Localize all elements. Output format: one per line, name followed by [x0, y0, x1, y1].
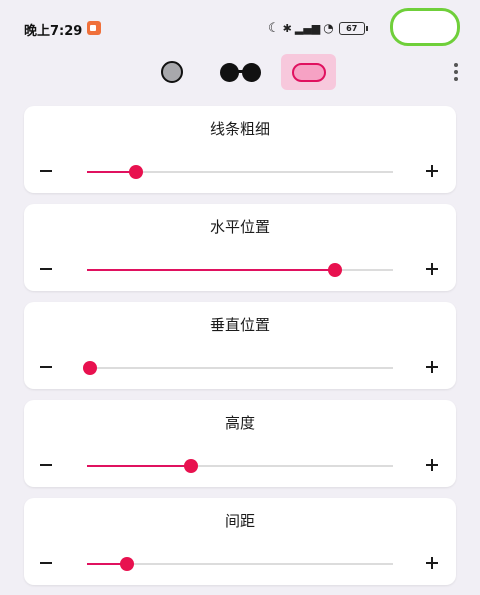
slider-title: 高度 [224, 414, 255, 432]
slider-track[interactable] [87, 165, 393, 179]
plus-icon [426, 459, 438, 470]
increase-button[interactable] [422, 259, 442, 279]
slider-title: 水平位置 [209, 218, 270, 236]
slider-title: 线条粗细 [209, 120, 270, 138]
slider-fill [87, 269, 335, 271]
more-options-icon[interactable] [450, 60, 462, 84]
plus-icon [426, 361, 438, 372]
status-time: 晚上7:29 [24, 24, 83, 39]
increase-button[interactable] [422, 161, 442, 181]
glasses-shape-button[interactable] [216, 54, 264, 90]
slider-card: 线条粗细 [24, 106, 456, 193]
slider-track[interactable] [87, 263, 393, 277]
slider-track[interactable] [83, 361, 393, 375]
minus-icon [40, 169, 52, 173]
slider-thumb[interactable] [327, 263, 342, 277]
glasses-bridge [236, 70, 244, 73]
pill-shape-button[interactable] [281, 54, 336, 90]
minus-icon [40, 463, 52, 467]
screen-record-icon [87, 21, 101, 35]
increase-button[interactable] [422, 553, 442, 573]
wifi-icon: ◔ [323, 21, 334, 35]
decrease-button[interactable] [36, 259, 56, 279]
plus-icon [426, 263, 438, 274]
decrease-button[interactable] [36, 357, 56, 377]
circle-icon [161, 61, 183, 83]
slider-card: 间距 [24, 498, 456, 585]
slider-fill [87, 465, 192, 467]
bluetooth-icon: ✱ [282, 21, 292, 35]
minus-icon [40, 365, 52, 369]
increase-button[interactable] [422, 357, 442, 377]
plus-icon [426, 165, 438, 176]
decrease-button[interactable] [36, 553, 56, 573]
glasses-lens-right [241, 62, 261, 82]
slider-thumb[interactable] [128, 165, 143, 179]
battery-icon: 67 [338, 21, 368, 35]
circle-shape-button[interactable] [150, 54, 194, 90]
slider-card: 水平位置 [24, 204, 456, 291]
slider-track[interactable] [87, 459, 393, 473]
pill-icon [291, 62, 326, 82]
slider-thumb[interactable] [83, 361, 98, 375]
moon-icon: ☾ [268, 20, 280, 36]
status-icons: ☾ ✱ ▂▄▆ ◔ 67 [268, 19, 368, 37]
status-bar: 晚上7:29 ☾ ✱ ▂▄▆ ◔ 67 [0, 0, 480, 52]
slider-card: 垂直位置 [24, 302, 456, 389]
slider-track[interactable] [87, 557, 393, 571]
shape-toolbar [0, 52, 480, 92]
plus-icon [426, 557, 438, 568]
slider-thumb[interactable] [184, 459, 199, 473]
slider-title: 间距 [224, 512, 255, 530]
slider-thumb[interactable] [119, 557, 134, 571]
increase-button[interactable] [422, 455, 442, 475]
minus-icon [40, 267, 52, 271]
signal-icon: ▂▄▆ [294, 21, 321, 35]
floating-pill-toggle[interactable] [390, 8, 460, 46]
slider-card: 高度 [24, 400, 456, 487]
decrease-button[interactable] [36, 455, 56, 475]
minus-icon [40, 561, 52, 565]
decrease-button[interactable] [36, 161, 56, 181]
slider-title: 垂直位置 [209, 316, 270, 334]
